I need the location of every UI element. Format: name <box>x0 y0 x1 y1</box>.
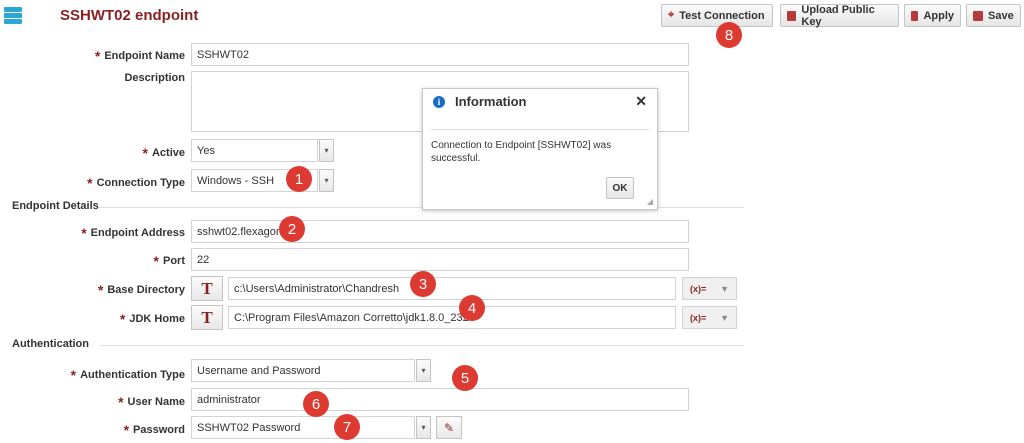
port-input[interactable]: 22 <box>191 248 689 271</box>
required-icon: * <box>70 367 77 383</box>
page-title: SSHWT02 endpoint <box>60 7 199 24</box>
active-select[interactable]: Yes <box>191 139 318 162</box>
callout-badge: 2 <box>279 216 305 242</box>
save-label: Save <box>988 9 1014 22</box>
required-icon: * <box>123 422 130 438</box>
port-label: * Port <box>153 253 185 269</box>
dialog-divider <box>431 129 649 130</box>
chevron-down-icon[interactable]: ▾ <box>416 359 431 382</box>
section-divider <box>100 345 744 346</box>
base-directory-input[interactable]: c:\Users\Administrator\Chandresh <box>228 277 676 300</box>
endpoint-name-input[interactable]: SSHWT02 <box>191 43 689 66</box>
user-name-input[interactable]: administrator <box>191 388 689 411</box>
callout-badge: 7 <box>334 414 360 440</box>
jdk-home-label: * JDK Home <box>119 311 185 327</box>
required-icon: * <box>87 175 93 191</box>
info-icon: i <box>433 96 445 108</box>
base-directory-label: * Base Directory <box>97 282 185 298</box>
authentication-type-select[interactable]: Username and Password <box>191 359 415 382</box>
save-icon <box>973 10 983 21</box>
required-icon: * <box>118 394 124 410</box>
chevron-down-icon[interactable]: ▾ <box>416 416 431 439</box>
endpoint-address-input[interactable]: sshwt02.flexagon <box>191 220 689 243</box>
pencil-icon[interactable]: ✎ <box>436 416 462 439</box>
callout-badge: 5 <box>452 365 478 391</box>
chevron-down-icon: ▼ <box>720 283 730 294</box>
chevron-down-icon[interactable]: ▾ <box>319 139 334 162</box>
password-select[interactable]: SSHWT02 Password <box>191 416 415 439</box>
expression-label: (x)= <box>689 312 707 323</box>
dialog-title: Information <box>455 94 527 109</box>
information-dialog: i Information ✕ Connection to Endpoint [… <box>422 88 658 210</box>
expression-toggle-button[interactable]: (x)= ▼ <box>682 306 737 329</box>
upload-public-key-label: Upload Public Key <box>801 3 875 28</box>
required-icon: * <box>142 145 148 161</box>
password-label: * Password <box>123 422 185 438</box>
user-name-label: * User Name <box>118 394 185 410</box>
dialog-message: Connection to Endpoint [SSHWT02] was suc… <box>431 140 612 164</box>
endpoint-details-heading: Endpoint Details <box>12 200 99 212</box>
save-button[interactable]: Save <box>966 4 1021 27</box>
endpoint-name-label: * Endpoint Name <box>94 48 185 64</box>
chevron-down-icon[interactable]: ▾ <box>319 169 334 192</box>
authentication-heading: Authentication <box>12 338 89 350</box>
required-icon: * <box>119 311 126 327</box>
upload-public-key-button[interactable]: Upload Public Key <box>780 3 899 28</box>
required-icon: * <box>153 253 159 269</box>
upload-icon <box>787 10 797 21</box>
endpoint-address-label: * Endpoint Address <box>81 225 185 241</box>
callout-badge: 8 <box>716 22 742 48</box>
test-connection-label: Test Connection <box>679 9 765 22</box>
ok-button[interactable]: OK <box>606 177 634 199</box>
description-label: Description <box>124 72 185 84</box>
resize-grip-icon[interactable]: ◢ <box>647 197 653 206</box>
apply-button[interactable]: Apply <box>904 4 961 27</box>
expression-toggle-button[interactable]: (x)= ▼ <box>682 277 737 300</box>
required-icon: * <box>81 225 87 241</box>
chevron-down-icon: ▼ <box>720 312 730 323</box>
callout-badge: 4 <box>459 295 485 321</box>
text-type-toggle-button[interactable]: T <box>191 276 223 301</box>
close-icon[interactable]: ✕ <box>635 93 647 110</box>
required-icon: * <box>97 282 104 298</box>
callout-badge: 3 <box>410 271 436 297</box>
text-type-toggle-button[interactable]: T <box>191 305 223 330</box>
apply-label: Apply <box>923 9 954 22</box>
authentication-type-label: * Authentication Type <box>70 367 185 383</box>
connection-type-label: * Connection Type <box>87 175 185 191</box>
jdk-home-input[interactable]: C:\Program Files\Amazon Corretto\jdk1.8.… <box>228 306 676 329</box>
callout-badge: 1 <box>286 166 312 192</box>
callout-badge: 6 <box>303 391 329 417</box>
apply-icon <box>911 10 919 21</box>
expression-label: (x)= <box>689 283 707 294</box>
antenna-icon: ⌖ <box>668 9 675 21</box>
server-stack-icon <box>4 7 22 25</box>
test-connection-button[interactable]: ⌖ Test Connection <box>661 4 773 27</box>
required-icon: * <box>94 48 101 64</box>
active-label: * Active <box>142 145 185 161</box>
